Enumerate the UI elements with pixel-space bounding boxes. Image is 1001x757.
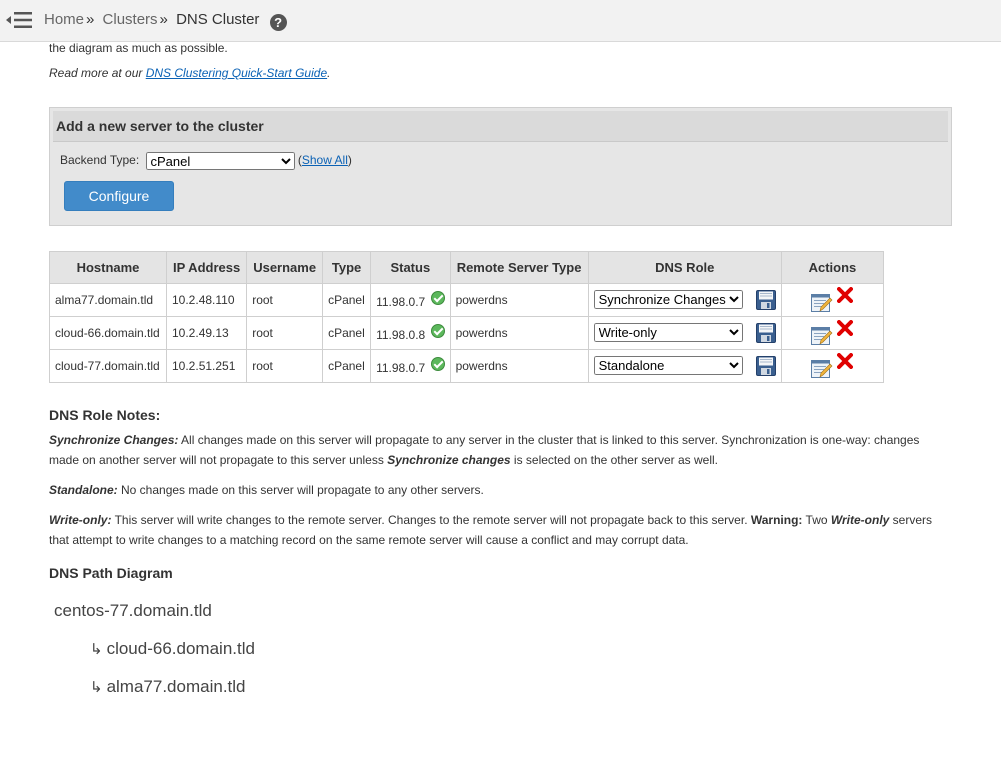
status-cell: 11.98.0.7 [370, 283, 451, 317]
table-row: alma77.domain.tld 10.2.48.110 root cPane… [49, 283, 884, 317]
actions-cell [780, 316, 884, 350]
show-all-close-paren: ) [347, 153, 352, 168]
note-sync-text-2: is selected on the other server as well. [510, 453, 718, 467]
note-writeonly-label: Write-only: [49, 513, 112, 527]
diagram-child-node: ↳ cloud-66.domain.tld [90, 639, 255, 659]
dns-role-select[interactable]: Synchronize Changes [593, 289, 743, 309]
hostname-cell: alma77.domain.tld [49, 283, 167, 317]
add-server-title: Add a new server to the cluster [53, 111, 948, 142]
dns-role-select[interactable]: Write-only [593, 322, 743, 342]
help-icon[interactable]: ? [269, 14, 287, 31]
actions-cell [780, 349, 884, 383]
dns-role-notes-title: DNS Role Notes: [49, 407, 161, 423]
page-title: DNS Cluster [176, 11, 260, 28]
breadcrumb: Home» Clusters» DNS Cluster ? [44, 11, 287, 31]
breadcrumb-separator: » [159, 11, 168, 28]
hostname-cell: cloud-66.domain.tld [49, 316, 167, 350]
save-icon[interactable] [755, 356, 776, 377]
username-cell: root [246, 283, 324, 317]
note-standalone: Standalone: No changes made on this serv… [49, 480, 949, 500]
note-writeonly-text-1: This server will write changes to the re… [111, 513, 751, 527]
status-version: 11.98.0.8 [376, 328, 426, 342]
column-header-ip-address: IP Address [165, 251, 248, 284]
note-warning-label: Warning: [750, 513, 803, 527]
readmore-prefix: Read more at our [49, 66, 146, 80]
delete-icon[interactable] [837, 352, 854, 369]
username-cell: root [246, 316, 324, 350]
status-ok-icon [430, 357, 445, 371]
column-header-dns-role: DNS Role [587, 251, 782, 284]
note-standalone-text: No changes made on this server will prop… [117, 483, 484, 497]
table-header-row: Hostname IP Address Username Type Status… [49, 251, 884, 284]
dns-role-cell: Write-only [587, 316, 782, 350]
status-ok-icon [430, 291, 445, 305]
show-all-link[interactable]: Show All [302, 153, 348, 167]
type-cell: cPanel [322, 349, 372, 383]
column-header-status: Status [370, 251, 451, 284]
arrow-icon: ↳ [90, 679, 103, 696]
column-header-remote-server-type: Remote Server Type [449, 251, 589, 284]
readmore-suffix: . [327, 66, 331, 80]
save-icon[interactable] [755, 323, 776, 344]
column-header-username: Username [246, 251, 324, 284]
hostname-cell: cloud-77.domain.tld [49, 349, 167, 383]
note-standalone-label: Standalone: [49, 483, 118, 497]
status-version: 11.98.0.7 [376, 295, 426, 309]
dns-role-cell: Synchronize Changes [587, 283, 782, 317]
username-cell: root [246, 349, 324, 383]
breadcrumb-separator: » [86, 11, 95, 28]
backend-type-label: Backend Type: [60, 153, 140, 168]
type-cell: cPanel [322, 283, 372, 317]
quickstart-guide-link[interactable]: DNS Clustering Quick-Start Guide [146, 66, 327, 80]
dns-role-cell: Standalone [587, 349, 782, 383]
status-cell: 11.98.0.7 [370, 349, 451, 383]
dns-role-select[interactable]: Standalone [593, 355, 743, 375]
note-write-only: Write-only: This server will write chang… [49, 510, 949, 550]
ip-cell: 10.2.49.13 [165, 316, 248, 350]
note-synchronize-changes: Synchronize Changes: All changes made on… [49, 430, 949, 470]
note-writeonly-emphasis: Write-only [830, 513, 890, 527]
dns-path-diagram-title: DNS Path Diagram [49, 565, 173, 581]
note-sync-label: Synchronize Changes: [49, 433, 179, 447]
add-server-panel: Add a new server to the cluster Backend … [49, 107, 952, 226]
diagram-child-label: alma77.domain.tld [106, 677, 246, 696]
diagram-child-node: ↳ alma77.domain.tld [90, 677, 246, 697]
column-header-type: Type [322, 251, 372, 284]
edit-icon[interactable] [810, 325, 833, 346]
table-row: cloud-77.domain.tld 10.2.51.251 root cPa… [49, 349, 884, 383]
actions-cell [780, 283, 884, 317]
menu-toggle-icon[interactable] [6, 10, 32, 30]
delete-icon[interactable] [837, 319, 854, 336]
ip-cell: 10.2.51.251 [165, 349, 248, 383]
ip-cell: 10.2.48.110 [165, 283, 248, 317]
backend-type-row: Backend Type: cPanel (Show All) [60, 152, 352, 170]
backend-type-select[interactable]: cPanel [145, 152, 295, 170]
arrow-icon: ↳ [90, 641, 103, 658]
edit-icon[interactable] [810, 358, 833, 379]
delete-icon[interactable] [837, 286, 854, 303]
breadcrumb-clusters-link[interactable]: Clusters [103, 11, 158, 28]
readmore-text: Read more at our DNS Clustering Quick-St… [49, 66, 330, 80]
column-header-hostname: Hostname [49, 251, 167, 284]
top-bar: Home» Clusters» DNS Cluster ? [0, 0, 1001, 42]
save-icon[interactable] [755, 290, 776, 311]
status-ok-icon [430, 324, 445, 338]
remote-type-cell: powerdns [449, 349, 589, 383]
remote-type-cell: powerdns [449, 283, 589, 317]
edit-icon[interactable] [810, 292, 833, 313]
configure-button[interactable]: Configure [64, 181, 174, 211]
intro-text: the diagram as much as possible. [49, 41, 228, 55]
column-header-actions: Actions [780, 251, 884, 284]
diagram-root-node: centos-77.domain.tld [54, 601, 212, 620]
status-cell: 11.98.0.8 [370, 316, 451, 350]
diagram-child-label: cloud-66.domain.tld [106, 639, 255, 658]
note-writeonly-text-2: Two [802, 513, 831, 527]
breadcrumb-home-link[interactable]: Home [44, 11, 84, 28]
status-version: 11.98.0.7 [376, 361, 426, 375]
type-cell: cPanel [322, 316, 372, 350]
table-row: cloud-66.domain.tld 10.2.49.13 root cPan… [49, 316, 884, 350]
remote-type-cell: powerdns [449, 316, 589, 350]
note-sync-emphasis: Synchronize changes [387, 453, 511, 467]
servers-table: Hostname IP Address Username Type Status… [49, 251, 884, 383]
